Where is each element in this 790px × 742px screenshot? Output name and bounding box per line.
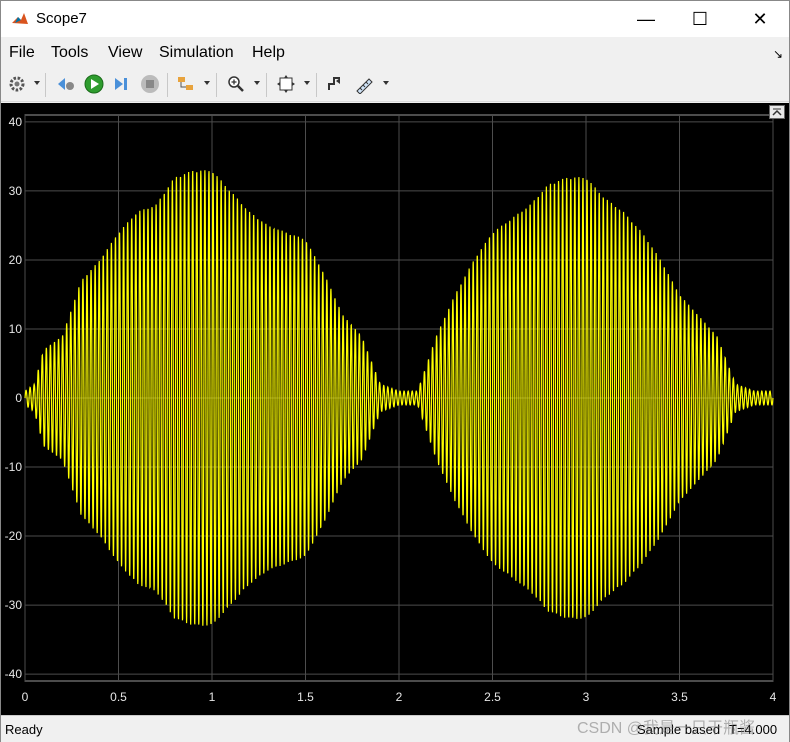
menu-file[interactable]: File [9, 44, 35, 62]
menu-simulation[interactable]: Simulation [159, 44, 234, 62]
x-tick-label: 2 [396, 690, 403, 704]
gear-icon[interactable] [6, 73, 28, 95]
y-tick-label: 20 [9, 253, 23, 267]
menu-tools[interactable]: Tools [51, 44, 88, 62]
undock-icon[interactable] [769, 105, 785, 119]
menu-bar: File Tools View Simulation Help ↘ [1, 39, 789, 65]
scope-window: Scope7 — ☐ ✕ File Tools View Simulation … [0, 0, 790, 742]
toolbar [1, 69, 789, 102]
y-tick-label: 0 [15, 391, 22, 405]
maximize-icon: ☐ [691, 8, 709, 29]
x-tick-label: 1 [209, 690, 216, 704]
x-tick-label: 4 [770, 690, 777, 704]
close-icon: ✕ [752, 8, 768, 29]
x-tick-label: 1.5 [297, 690, 314, 704]
y-tick-label: -10 [5, 460, 23, 474]
close-button[interactable]: ✕ [737, 1, 783, 37]
toolbar-separator [216, 73, 217, 97]
minimize-icon: — [637, 8, 655, 29]
y-tick-label: -30 [5, 598, 23, 612]
measurements-icon[interactable] [353, 73, 375, 95]
highlight-block-icon[interactable] [175, 73, 197, 95]
y-tick-label: -40 [5, 667, 23, 681]
x-tick-label: 0 [22, 690, 29, 704]
y-tick-label: 40 [9, 115, 23, 129]
maximize-button[interactable]: ☐ [677, 1, 723, 37]
zoom-dropdown-icon[interactable] [254, 81, 260, 85]
toolbar-separator [45, 73, 46, 97]
dock-arrow-icon[interactable]: ↘ [773, 47, 783, 61]
minimize-button[interactable]: — [623, 1, 669, 37]
run-icon[interactable] [83, 73, 105, 95]
step-forward-icon[interactable] [111, 73, 133, 95]
matlab-logo-icon [12, 13, 28, 24]
scope-plot-area[interactable]: 0 0.5 1 1.5 2 2.5 3 3.5 4 40 30 20 10 0 -10 -20 -30 -40 [1, 103, 789, 715]
scope-chart[interactable]: 0 0.5 1 1.5 2 2.5 3 3.5 4 40 30 20 10 0 -10 -20 -30 -40 [1, 103, 789, 715]
y-tick-label: 30 [9, 184, 23, 198]
autoscale-dropdown-icon[interactable] [304, 81, 310, 85]
menu-view[interactable]: View [108, 44, 142, 62]
x-tick-label: 2.5 [484, 690, 501, 704]
status-ready: Ready [5, 722, 43, 737]
zoom-in-icon[interactable] [225, 73, 247, 95]
window-title: Scope7 [36, 10, 87, 27]
toolbar-separator [266, 73, 267, 97]
autoscale-icon[interactable] [275, 73, 297, 95]
y-tick-label: -20 [5, 529, 23, 543]
triggers-icon[interactable] [324, 73, 346, 95]
highlight-dropdown-icon[interactable] [204, 81, 210, 85]
scope-params-icon[interactable] [55, 73, 77, 95]
gear-dropdown-icon[interactable] [34, 81, 40, 85]
x-tick-label: 0.5 [110, 690, 127, 704]
watermark: CSDN @我是一只干瓶酱 [577, 720, 756, 737]
measurements-dropdown-icon[interactable] [383, 81, 389, 85]
menu-help[interactable]: Help [252, 44, 285, 62]
toolbar-separator [316, 73, 317, 97]
x-tick-label: 3 [583, 690, 590, 704]
stop-icon[interactable] [139, 73, 161, 95]
y-tick-label: 10 [9, 322, 23, 336]
title-bar: Scope7 — ☐ ✕ [1, 1, 789, 37]
toolbar-separator [167, 73, 168, 97]
x-tick-label: 3.5 [671, 690, 688, 704]
